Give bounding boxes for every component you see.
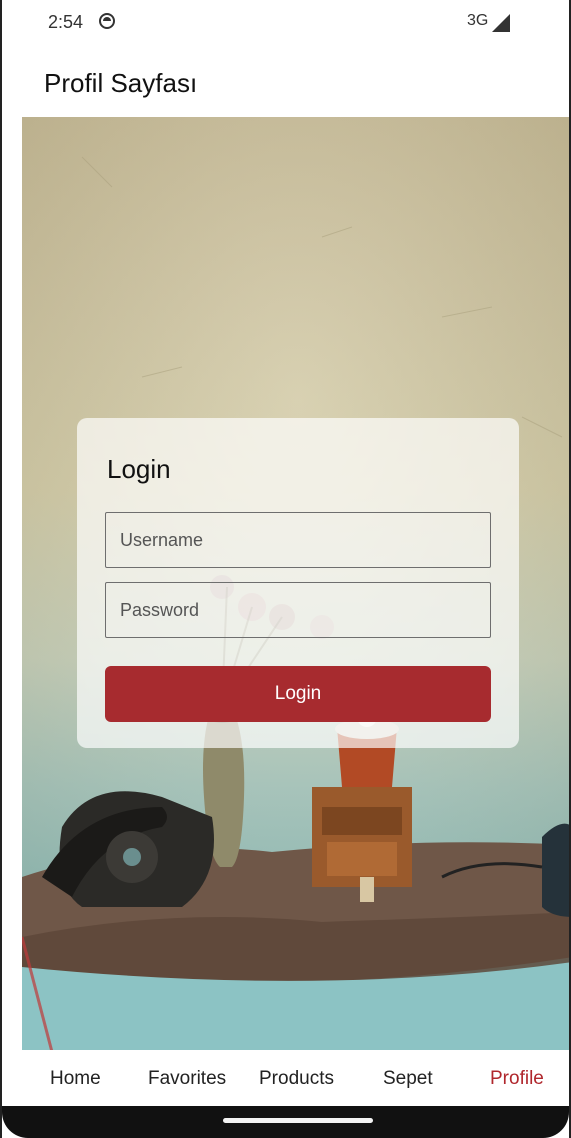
username-field[interactable] xyxy=(105,512,491,568)
nav-item-home[interactable]: Home xyxy=(50,1068,101,1090)
app-bar: Profil Sayfası xyxy=(2,44,569,117)
nav-item-products[interactable]: Products xyxy=(259,1068,334,1090)
login-title: Login xyxy=(107,454,171,484)
network-type: 3G xyxy=(467,12,489,29)
login-card: Login Login xyxy=(77,418,519,748)
nav-item-profile[interactable]: Profile xyxy=(490,1068,544,1090)
password-input[interactable] xyxy=(106,583,490,637)
notification-icon xyxy=(99,13,115,29)
nav-item-favorites[interactable]: Favorites xyxy=(148,1068,226,1090)
home-indicator[interactable] xyxy=(223,1118,373,1123)
page-title: Profil Sayfası xyxy=(44,68,198,98)
signal-icon xyxy=(492,14,510,32)
system-navigation-bar xyxy=(2,1106,569,1138)
nav-item-sepet[interactable]: Sepet xyxy=(383,1068,433,1090)
login-button[interactable]: Login xyxy=(105,666,491,722)
password-field[interactable] xyxy=(105,582,491,638)
phone-screen: 2:54 3G Profil Sayfası Login Username Lo… xyxy=(0,0,571,1138)
status-time: 2:54 xyxy=(48,12,84,32)
bottom-navigation: Home Favorites Products Sepet Profile xyxy=(2,1050,569,1108)
status-bar: 2:54 3G xyxy=(2,0,569,44)
username-input[interactable] xyxy=(106,513,490,567)
